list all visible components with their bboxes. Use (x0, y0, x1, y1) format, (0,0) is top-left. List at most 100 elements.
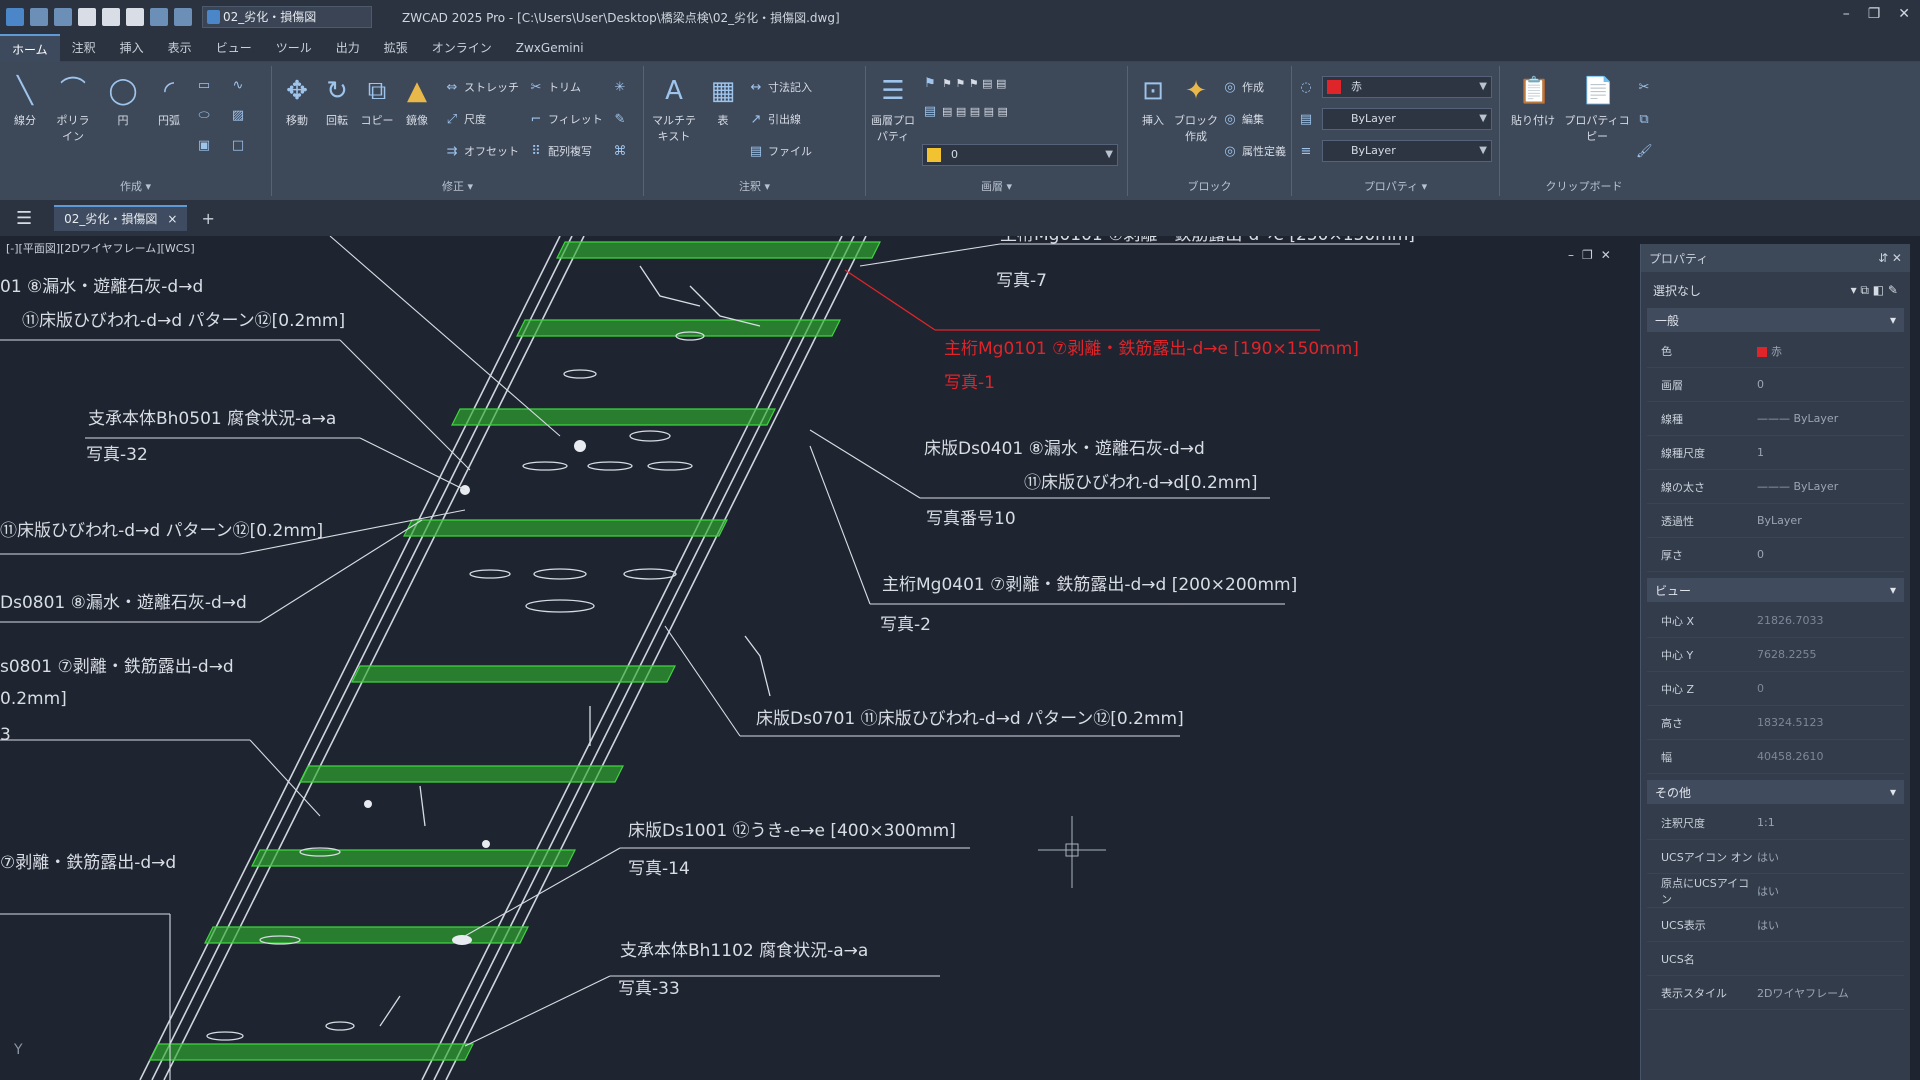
prop-row-center-z[interactable]: 中心 Z0 (1647, 672, 1904, 706)
tab-zwxgemini[interactable]: ZwxGemini (504, 34, 596, 62)
paste-button[interactable]: 📋 貼り付け (1510, 74, 1556, 128)
arc-button[interactable]: ◜ 円弧 (150, 74, 188, 128)
annotation-text[interactable]: 写真-7 (996, 271, 1047, 291)
tab-insert[interactable]: 挿入 (108, 34, 156, 62)
block-create-button[interactable]: ◎ 作成 (1222, 78, 1264, 98)
insert-block-button[interactable]: ⊡ 挿入 (1134, 74, 1172, 128)
array-button[interactable]: ⠿ 配列複写 (528, 142, 592, 162)
annotation-text[interactable]: 主桁Mg0101 ⑦剥離・鉄筋露出-d→e [250×150mm] (1000, 236, 1415, 245)
document-combo[interactable]: 02_劣化・損傷図 (202, 6, 372, 28)
hatch-button[interactable]: ▨ (230, 106, 250, 126)
rotate-button[interactable]: ↻ 回転 (318, 74, 356, 128)
annotation-text[interactable]: 写真-2 (880, 615, 931, 635)
offset-button[interactable]: ⇉ オフセット (444, 142, 519, 162)
annotation-text[interactable]: 0.2mm] (0, 689, 67, 709)
save-icon[interactable] (78, 8, 96, 26)
properties-panel-title[interactable]: プロパティ ▾ (1292, 178, 1499, 194)
annotation-text[interactable]: 床版Ds1001 ⑫うき-e→e [400×300mm] (628, 821, 956, 841)
copy-properties-button[interactable]: 📄 プロパティコピー (1562, 74, 1632, 144)
section-view[interactable]: ビュー ▾ (1647, 578, 1904, 602)
explode-button[interactable]: ✳ (612, 78, 632, 98)
section-general[interactable]: 一般 ▾ (1647, 308, 1904, 332)
viewport-close-button[interactable]: ✕ (1601, 248, 1611, 262)
annotation-text[interactable]: 写真-33 (618, 979, 680, 999)
add-tab-button[interactable]: + (201, 209, 214, 228)
mtext-button[interactable]: A マルチテキスト (650, 74, 698, 144)
tab-output[interactable]: 出力 (324, 34, 372, 62)
prop-row-anno-scale[interactable]: 注釈尺度 1:1 (1647, 806, 1904, 840)
fillet-button[interactable]: ⌐ フィレット (528, 110, 603, 130)
tab-online[interactable]: オンライン (420, 34, 504, 62)
clipboard-panel-title[interactable]: クリップボード (1500, 178, 1668, 194)
prop-row-ucs-name[interactable]: UCS名 (1647, 942, 1904, 976)
match-button[interactable]: ⌘ (612, 142, 632, 162)
viewport-minimize-button[interactable]: – (1568, 248, 1574, 262)
menu-icon[interactable]: ☰ (16, 208, 32, 229)
trim-button[interactable]: ✂ トリム (528, 78, 581, 98)
document-tab[interactable]: 02_劣化・損傷図 × (54, 205, 188, 231)
annotation-text[interactable]: ⑪床版ひびわれ-d→d パターン⑫[0.2mm] (22, 311, 345, 331)
move-button[interactable]: ✥ 移動 (278, 74, 316, 128)
layers-panel-title[interactable]: 画層 ▾ (866, 178, 1127, 194)
cut-button[interactable]: ✂ (1636, 78, 1656, 98)
file-button[interactable]: ▤ ファイル (748, 142, 812, 162)
tab-annotate[interactable]: 注釈 (60, 34, 108, 62)
prop-row-layer[interactable]: 画層 0 (1647, 368, 1904, 402)
redo-icon[interactable] (174, 8, 192, 26)
selection-combo[interactable]: 選択なし ▾ ⧉ ◧ ✎ (1647, 278, 1904, 302)
prop-row-width[interactable]: 幅 40458.2610 (1647, 740, 1904, 774)
quick-select-icons[interactable]: ▾ ⧉ ◧ ✎ (1851, 283, 1898, 298)
prop-row-visual-style[interactable]: 表示スタイル 2Dワイヤフレーム (1647, 976, 1904, 1010)
dimension-button[interactable]: ↔ 寸法記入 (748, 78, 812, 98)
tab-extensions[interactable]: 拡張 (372, 34, 420, 62)
annotation-text[interactable]: Ds0801 ⑧漏水・遊離石灰-d→d (0, 593, 247, 613)
prop-row-ucs-on[interactable]: UCSアイコン オン はい (1647, 840, 1904, 874)
close-tab-icon[interactable]: × (167, 207, 177, 231)
prop-row-center-y[interactable]: 中心 Y 7628.2255 (1647, 638, 1904, 672)
spline-button[interactable]: ∿ (230, 76, 250, 96)
annotation-text[interactable]: ⑪床版ひびわれ-d→d[0.2mm] (1024, 473, 1258, 493)
leader-button[interactable]: ↗ 引出線 (748, 110, 801, 130)
brush-button[interactable]: 🖌 (1636, 142, 1656, 162)
minimize-button[interactable]: – (1843, 6, 1850, 22)
save-as-icon[interactable] (102, 8, 120, 26)
copy-button[interactable]: ⧉ コピー (358, 74, 396, 128)
annotation-text[interactable]: 写真番号10 (926, 509, 1016, 529)
prop-row-lineweight[interactable]: 線の太さ ——— ByLayer (1647, 470, 1904, 504)
tab-tools[interactable]: ツール (264, 34, 324, 62)
modify-panel-title[interactable]: 修正 ▾ (272, 178, 643, 194)
prop-row-thickness[interactable]: 厚さ 0 (1647, 538, 1904, 572)
drawing-canvas[interactable]: 主桁Mg0101 ⑦剥離・鉄筋露出-d→e [250×150mm] 写真-7 主… (0, 236, 1632, 1080)
boundary-button[interactable]: □ (230, 136, 250, 156)
annotation-text[interactable]: 3 (0, 725, 11, 745)
create-block-button[interactable]: ✦ ブロック作成 (1174, 74, 1218, 144)
rectangle-button[interactable]: ▭ (196, 76, 216, 96)
layer-select[interactable]: 0 ▼ (922, 144, 1118, 166)
mirror-button[interactable]: ▲ 鏡像 (398, 74, 436, 128)
block-edit-button[interactable]: ◎ 編集 (1222, 110, 1264, 130)
stretch-button[interactable]: ⇔ ストレッチ (444, 78, 519, 98)
restore-button[interactable]: ❐ (1868, 6, 1881, 22)
draw-panel-title[interactable]: 作成 ▾ (0, 178, 271, 194)
layer-tools-row-1[interactable]: ⚑ ⚑ ⚑ ⚑ ▤ ▤ (922, 74, 1006, 94)
table-button[interactable]: ▦ 表 (704, 74, 742, 128)
annotation-text[interactable]: s0801 ⑦剥離・鉄筋露出-d→d (0, 657, 234, 677)
annotation-text-red[interactable]: 写真-1 (944, 373, 995, 393)
section-misc[interactable]: その他 ▾ (1647, 780, 1904, 804)
annotation-text[interactable]: 支承本体Bh0501 腐食状況-a→a (88, 409, 336, 429)
print-icon[interactable] (126, 8, 144, 26)
prop-row-ucs-display[interactable]: UCS表示 はい (1647, 908, 1904, 942)
annotation-text[interactable]: 主桁Mg0401 ⑦剥離・鉄筋露出-d→d [200×200mm] (882, 575, 1297, 595)
palette-close-icon[interactable]: ⇵ ✕ (1878, 251, 1902, 265)
annotation-text[interactable]: 床版Ds0401 ⑧漏水・遊離石灰-d→d (924, 439, 1205, 459)
annotation-text[interactable]: 写真-32 (86, 445, 148, 465)
drawing-svg[interactable]: 主桁Mg0101 ⑦剥離・鉄筋露出-d→e [250×150mm] 写真-7 主… (0, 236, 1632, 1080)
annotation-text[interactable]: 床版Ds0701 ⑪床版ひびわれ-d→d パターン⑫[0.2mm] (756, 709, 1184, 729)
annotation-text[interactable]: 支承本体Bh1102 腐食状況-a→a (620, 941, 868, 961)
viewport-restore-button[interactable]: ❐ (1582, 248, 1593, 262)
prop-row-center-x[interactable]: 中心 X 21826.7033 (1647, 604, 1904, 638)
match-properties-button[interactable]: ◌ (1298, 78, 1318, 98)
prop-row-ltscale[interactable]: 線種尺度 1 (1647, 436, 1904, 470)
erase-button[interactable]: ✎ (612, 110, 632, 130)
prop-row-ucs-origin[interactable]: 原点にUCSアイコン はい (1647, 874, 1904, 908)
